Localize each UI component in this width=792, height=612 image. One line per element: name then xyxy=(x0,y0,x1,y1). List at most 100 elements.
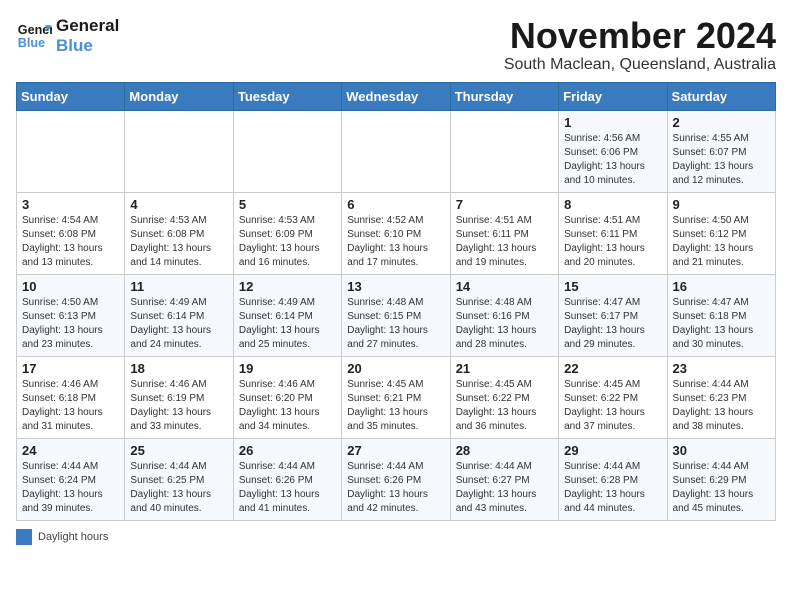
day-number: 22 xyxy=(564,361,661,376)
calendar-header-friday: Friday xyxy=(559,82,667,110)
calendar-day-cell: 11 Sunrise: 4:49 AM Sunset: 6:14 PM Dayli… xyxy=(125,274,233,356)
day-number: 19 xyxy=(239,361,336,376)
day-number: 13 xyxy=(347,279,444,294)
day-info: Sunrise: 4:45 AM Sunset: 6:21 PM Dayligh… xyxy=(347,378,444,434)
day-number: 12 xyxy=(239,279,336,294)
day-info: Sunrise: 4:44 AM Sunset: 6:24 PM Dayligh… xyxy=(22,460,119,516)
calendar-day-cell: 21 Sunrise: 4:45 AM Sunset: 6:22 PM Dayli… xyxy=(450,356,558,438)
calendar-day-cell xyxy=(233,110,341,192)
day-number: 23 xyxy=(673,361,770,376)
calendar-day-cell: 27 Sunrise: 4:44 AM Sunset: 6:26 PM Dayli… xyxy=(342,438,450,520)
calendar-day-cell: 30Sunrise: 4:44 AM Sunset: 6:29 PM Dayli… xyxy=(667,438,775,520)
day-info: Sunrise: 4:52 AM Sunset: 6:10 PM Dayligh… xyxy=(347,214,444,270)
day-info: Sunrise: 4:46 AM Sunset: 6:18 PM Dayligh… xyxy=(22,378,119,434)
page-header: General Blue General Blue November 2024 … xyxy=(16,16,776,74)
day-info: Sunrise: 4:49 AM Sunset: 6:14 PM Dayligh… xyxy=(239,296,336,352)
calendar-day-cell: 9 Sunrise: 4:50 AM Sunset: 6:12 PM Daylig… xyxy=(667,192,775,274)
day-number: 21 xyxy=(456,361,553,376)
day-number: 25 xyxy=(130,443,227,458)
day-number: 28 xyxy=(456,443,553,458)
calendar-header-sunday: Sunday xyxy=(17,82,125,110)
day-info: Sunrise: 4:51 AM Sunset: 6:11 PM Dayligh… xyxy=(564,214,661,270)
day-info: Sunrise: 4:47 AM Sunset: 6:18 PM Dayligh… xyxy=(673,296,770,352)
calendar-header-thursday: Thursday xyxy=(450,82,558,110)
day-info: Sunrise: 4:48 AM Sunset: 6:15 PM Dayligh… xyxy=(347,296,444,352)
day-info: Sunrise: 4:51 AM Sunset: 6:11 PM Dayligh… xyxy=(456,214,553,270)
calendar-day-cell: 6Sunrise: 4:52 AM Sunset: 6:10 PM Daylig… xyxy=(342,192,450,274)
day-number: 29 xyxy=(564,443,661,458)
day-info: Sunrise: 4:45 AM Sunset: 6:22 PM Dayligh… xyxy=(456,378,553,434)
day-info: Sunrise: 4:44 AM Sunset: 6:23 PM Dayligh… xyxy=(673,378,770,434)
day-info: Sunrise: 4:55 AM Sunset: 6:07 PM Dayligh… xyxy=(673,132,770,188)
calendar-header-monday: Monday xyxy=(125,82,233,110)
svg-text:Blue: Blue xyxy=(18,36,45,50)
legend-color-box xyxy=(16,529,32,545)
calendar-day-cell: 4Sunrise: 4:53 AM Sunset: 6:08 PM Daylig… xyxy=(125,192,233,274)
calendar-day-cell: 25 Sunrise: 4:44 AM Sunset: 6:25 PM Dayli… xyxy=(125,438,233,520)
day-info: Sunrise: 4:56 AM Sunset: 6:06 PM Dayligh… xyxy=(564,132,661,188)
day-number: 24 xyxy=(22,443,119,458)
logo-icon: General Blue xyxy=(16,18,52,54)
day-info: Sunrise: 4:50 AM Sunset: 6:13 PM Dayligh… xyxy=(22,296,119,352)
day-number: 18 xyxy=(130,361,227,376)
calendar-day-cell: 1 Sunrise: 4:56 AM Sunset: 6:06 PM Daylig… xyxy=(559,110,667,192)
day-number: 11 xyxy=(130,279,227,294)
day-number: 20 xyxy=(347,361,444,376)
logo-general: General xyxy=(56,16,119,36)
calendar-header-tuesday: Tuesday xyxy=(233,82,341,110)
day-info: Sunrise: 4:45 AM Sunset: 6:22 PM Dayligh… xyxy=(564,378,661,434)
calendar-day-cell: 13 Sunrise: 4:48 AM Sunset: 6:15 PM Dayli… xyxy=(342,274,450,356)
day-info: Sunrise: 4:44 AM Sunset: 6:26 PM Dayligh… xyxy=(347,460,444,516)
calendar-day-cell: 2 Sunrise: 4:55 AM Sunset: 6:07 PM Daylig… xyxy=(667,110,775,192)
day-number: 15 xyxy=(564,279,661,294)
calendar-day-cell: 20 Sunrise: 4:45 AM Sunset: 6:21 PM Dayli… xyxy=(342,356,450,438)
calendar: SundayMondayTuesdayWednesdayThursdayFrid… xyxy=(16,82,776,521)
logo-blue: Blue xyxy=(56,36,119,56)
calendar-day-cell: 3 Sunrise: 4:54 AM Sunset: 6:08 PM Daylig… xyxy=(17,192,125,274)
day-number: 16 xyxy=(673,279,770,294)
day-number: 9 xyxy=(673,197,770,212)
day-info: Sunrise: 4:44 AM Sunset: 6:25 PM Dayligh… xyxy=(130,460,227,516)
day-info: Sunrise: 4:54 AM Sunset: 6:08 PM Dayligh… xyxy=(22,214,119,270)
day-info: Sunrise: 4:53 AM Sunset: 6:09 PM Dayligh… xyxy=(239,214,336,270)
day-info: Sunrise: 4:44 AM Sunset: 6:28 PM Dayligh… xyxy=(564,460,661,516)
title-area: November 2024 South Maclean, Queensland,… xyxy=(504,16,776,74)
day-info: Sunrise: 4:44 AM Sunset: 6:27 PM Dayligh… xyxy=(456,460,553,516)
calendar-day-cell: 28 Sunrise: 4:44 AM Sunset: 6:27 PM Dayli… xyxy=(450,438,558,520)
calendar-day-cell: 26Sunrise: 4:44 AM Sunset: 6:26 PM Dayli… xyxy=(233,438,341,520)
day-number: 26 xyxy=(239,443,336,458)
day-number: 27 xyxy=(347,443,444,458)
calendar-day-cell: 22 Sunrise: 4:45 AM Sunset: 6:22 PM Dayli… xyxy=(559,356,667,438)
location: South Maclean, Queensland, Australia xyxy=(504,56,776,74)
day-number: 3 xyxy=(22,197,119,212)
calendar-week-row: 24 Sunrise: 4:44 AM Sunset: 6:24 PM Dayli… xyxy=(17,438,776,520)
day-info: Sunrise: 4:49 AM Sunset: 6:14 PM Dayligh… xyxy=(130,296,227,352)
day-number: 14 xyxy=(456,279,553,294)
legend: Daylight hours xyxy=(16,529,776,545)
calendar-day-cell xyxy=(342,110,450,192)
logo: General Blue General Blue xyxy=(16,16,119,57)
calendar-day-cell: 14Sunrise: 4:48 AM Sunset: 6:16 PM Dayli… xyxy=(450,274,558,356)
day-info: Sunrise: 4:46 AM Sunset: 6:19 PM Dayligh… xyxy=(130,378,227,434)
day-number: 1 xyxy=(564,115,661,130)
legend-label: Daylight hours xyxy=(38,531,108,543)
calendar-week-row: 1 Sunrise: 4:56 AM Sunset: 6:06 PM Daylig… xyxy=(17,110,776,192)
calendar-week-row: 3 Sunrise: 4:54 AM Sunset: 6:08 PM Daylig… xyxy=(17,192,776,274)
month-title: November 2024 xyxy=(504,16,776,56)
day-info: Sunrise: 4:50 AM Sunset: 6:12 PM Dayligh… xyxy=(673,214,770,270)
day-number: 5 xyxy=(239,197,336,212)
day-info: Sunrise: 4:47 AM Sunset: 6:17 PM Dayligh… xyxy=(564,296,661,352)
calendar-day-cell: 5 Sunrise: 4:53 AM Sunset: 6:09 PM Daylig… xyxy=(233,192,341,274)
calendar-day-cell xyxy=(450,110,558,192)
calendar-week-row: 17Sunrise: 4:46 AM Sunset: 6:18 PM Dayli… xyxy=(17,356,776,438)
day-number: 4 xyxy=(130,197,227,212)
calendar-day-cell: 29 Sunrise: 4:44 AM Sunset: 6:28 PM Dayli… xyxy=(559,438,667,520)
day-number: 10 xyxy=(22,279,119,294)
calendar-day-cell: 8Sunrise: 4:51 AM Sunset: 6:11 PM Daylig… xyxy=(559,192,667,274)
calendar-day-cell: 10 Sunrise: 4:50 AM Sunset: 6:13 PM Dayli… xyxy=(17,274,125,356)
day-number: 2 xyxy=(673,115,770,130)
calendar-day-cell: 15 Sunrise: 4:47 AM Sunset: 6:17 PM Dayli… xyxy=(559,274,667,356)
day-info: Sunrise: 4:46 AM Sunset: 6:20 PM Dayligh… xyxy=(239,378,336,434)
calendar-header-wednesday: Wednesday xyxy=(342,82,450,110)
calendar-header-saturday: Saturday xyxy=(667,82,775,110)
